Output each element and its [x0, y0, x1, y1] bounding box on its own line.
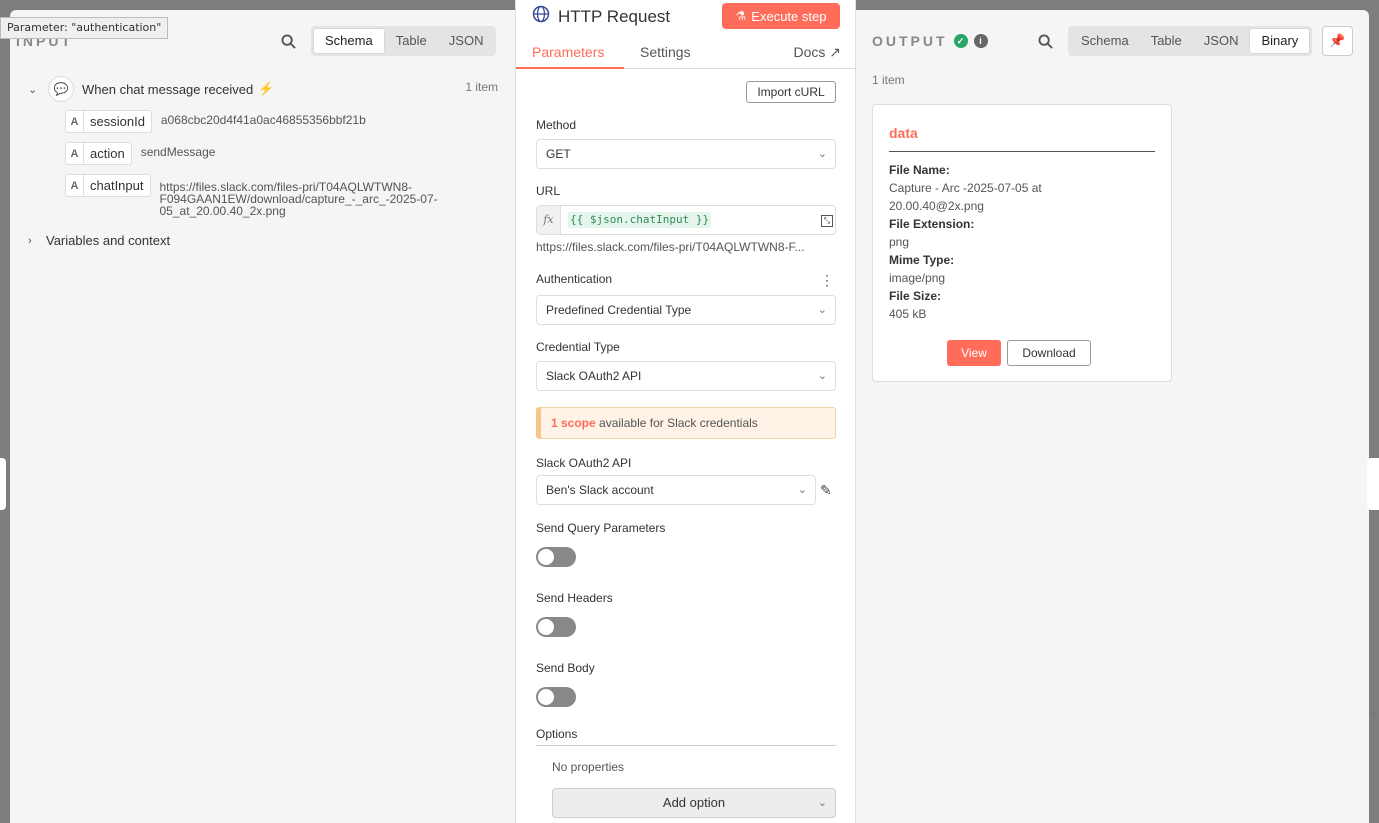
canvas-edge-handle-right[interactable] — [1367, 458, 1379, 510]
search-icon[interactable] — [277, 30, 299, 52]
options-title: Options — [536, 727, 578, 741]
string-type-icon: A — [66, 175, 84, 196]
tab-settings[interactable]: Settings — [640, 44, 691, 60]
flask-icon: ⚗ — [735, 9, 747, 23]
more-options-icon[interactable]: ⋮ — [820, 272, 834, 289]
field-key: chatInput — [90, 178, 144, 193]
method-select[interactable]: GET ⌄ — [536, 139, 836, 169]
execute-step-button[interactable]: ⚗ Execute step — [722, 3, 840, 29]
send-headers-label: Send Headers — [536, 591, 613, 605]
chevron-right-icon: › — [28, 234, 32, 247]
url-label: URL — [536, 184, 561, 198]
success-check-icon: ✓ — [953, 34, 968, 48]
active-tab-indicator — [516, 67, 624, 69]
send-headers-toggle[interactable] — [536, 617, 576, 637]
output-view-table[interactable]: Table — [1140, 28, 1193, 54]
string-type-icon: A — [66, 143, 84, 164]
fx-icon: fx — [537, 206, 561, 234]
search-icon[interactable] — [1034, 30, 1056, 52]
credential-type-label: Credential Type — [536, 340, 620, 354]
view-button[interactable]: View — [947, 340, 1001, 366]
string-type-icon: A — [66, 111, 84, 132]
url-resolved-hint: https://files.slack.com/files-pri/T04AQL… — [536, 240, 805, 254]
pencil-icon[interactable]: ✎ — [820, 482, 832, 499]
slack-credential-select[interactable]: Ben's Slack account ⌄ — [536, 475, 816, 505]
send-query-toggle[interactable] — [536, 547, 576, 567]
docs-link[interactable]: Docs ↗ — [793, 44, 841, 61]
external-link-icon: ↗ — [829, 44, 841, 60]
chevron-down-icon: ⌄ — [817, 304, 827, 316]
field-key: sessionId — [90, 114, 145, 129]
trigger-node-name: When chat message received — [82, 81, 254, 97]
parameter-tooltip: Parameter: "authentication" — [0, 17, 169, 39]
tab-parameters[interactable]: Parameters — [532, 44, 604, 60]
output-view-switcher: Schema Table JSON Binary — [1068, 26, 1313, 56]
trigger-node-row[interactable]: ⌄ 💬 When chat message received ⚡ — [28, 76, 274, 102]
parameters-panel: HTTP Request ⚗ Execute step Parameters S… — [515, 0, 857, 823]
chevron-down-icon: ⌄ — [797, 484, 807, 496]
binary-data-card: data File Name: Capture - Arc -2025-07-0… — [872, 104, 1172, 382]
output-view-json[interactable]: JSON — [1193, 28, 1250, 54]
options-divider — [536, 745, 836, 746]
lightning-bolt-icon: ⚡ — [258, 81, 275, 96]
info-icon[interactable]: i — [973, 34, 988, 48]
input-view-table[interactable]: Table — [385, 28, 438, 54]
method-label: Method — [536, 118, 577, 132]
chevron-down-icon: ⌄ — [817, 148, 827, 160]
input-view-json[interactable]: JSON — [438, 28, 495, 54]
binary-property-name: data — [889, 125, 918, 141]
expand-editor-icon[interactable]: ⤡ — [821, 215, 833, 227]
import-curl-button[interactable]: Import cURL — [746, 81, 836, 103]
download-button[interactable]: Download — [1007, 340, 1091, 366]
slack-credential-label: Slack OAuth2 API — [536, 456, 632, 470]
parameters-tabs: Parameters Settings Docs ↗ — [516, 36, 857, 69]
variables-context-row[interactable]: › Variables and context — [28, 233, 170, 248]
schema-field-chatinput[interactable]: AchatInput https://files.slack.com/files… — [65, 174, 438, 217]
schema-field-action[interactable]: Aaction sendMessage — [65, 142, 215, 165]
variables-context-label: Variables and context — [46, 233, 171, 248]
input-panel: INPUT Schema Table JSON ⌄ 💬 When chat me… — [10, 10, 515, 823]
output-view-schema[interactable]: Schema — [1070, 28, 1140, 54]
output-item-count: 1 item — [872, 73, 905, 87]
scope-link[interactable]: 1 scope — [551, 416, 596, 430]
add-option-button[interactable]: Add option ⌄ — [552, 788, 836, 818]
globe-icon — [532, 5, 550, 28]
pin-icon[interactable]: 📌 — [1322, 26, 1353, 56]
scope-notice: 1 scope available for Slack credentials — [536, 407, 836, 439]
chevron-down-icon[interactable]: ⌄ — [28, 83, 42, 96]
input-view-schema[interactable]: Schema — [313, 28, 385, 54]
chevron-down-icon: ⌄ — [817, 797, 827, 809]
chevron-down-icon[interactable]: ⌄ — [1369, 704, 1379, 718]
field-value: sendMessage — [140, 145, 216, 159]
card-divider — [889, 151, 1155, 152]
schema-field-sessionid[interactable]: AsessionId a068cbc20d4f41a0ac46855356bbf… — [65, 110, 366, 133]
url-expression[interactable]: {{ $json.chatInput }} — [568, 212, 712, 228]
chat-bubbles-icon: 💬 — [48, 76, 74, 102]
node-header: HTTP Request — [532, 5, 670, 28]
send-query-label: Send Query Parameters — [536, 521, 666, 535]
node-title[interactable]: HTTP Request — [558, 7, 670, 27]
authentication-select[interactable]: Predefined Credential Type ⌄ — [536, 295, 836, 325]
input-view-switcher: Schema Table JSON — [311, 26, 497, 56]
field-value: https://files.slack.com/files-pri/T04AQL… — [159, 180, 438, 218]
send-body-label: Send Body — [536, 661, 595, 675]
input-item-count: 1 item — [465, 80, 498, 94]
authentication-label: Authentication — [536, 272, 613, 286]
send-body-toggle[interactable] — [536, 687, 576, 707]
canvas-edge-handle-left[interactable] — [0, 458, 6, 510]
output-panel-title: OUTPUT ✓ i — [872, 33, 988, 49]
binary-metadata: File Name: Capture - Arc -2025-07-05 at … — [889, 163, 1042, 321]
field-key: action — [90, 146, 125, 161]
url-expression-input[interactable]: fx {{ $json.chatInput }} ⤡ — [536, 205, 836, 235]
field-value: a068cbc20d4f41a0ac46855356bbf21b — [160, 113, 366, 127]
no-properties-text: No properties — [552, 760, 625, 774]
output-view-binary[interactable]: Binary — [1249, 28, 1311, 54]
chevron-down-icon: ⌄ — [817, 370, 827, 382]
credential-type-select[interactable]: Slack OAuth2 API ⌄ — [536, 361, 836, 391]
